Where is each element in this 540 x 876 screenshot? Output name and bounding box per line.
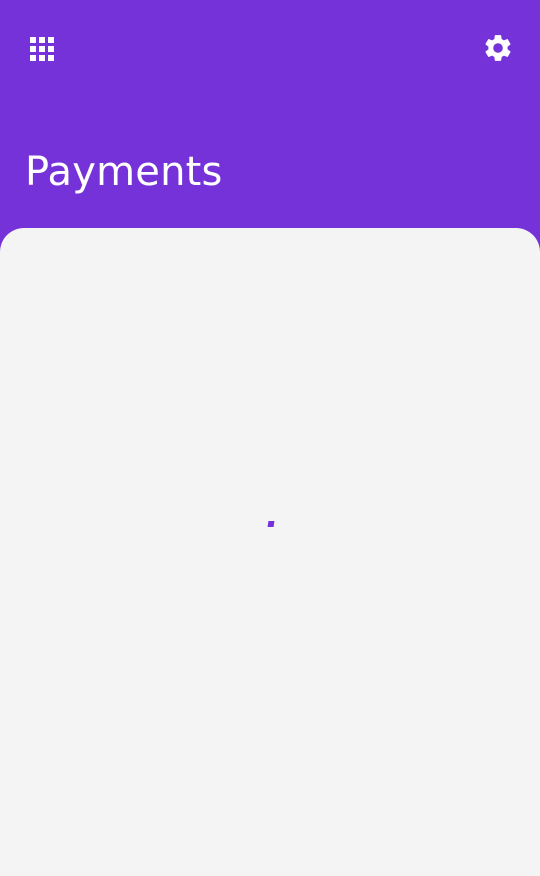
loading-spinner-icon [266, 520, 276, 530]
top-app-bar [0, 0, 540, 96]
page-title: Payments [25, 149, 223, 195]
payments-screen: Payments [0, 0, 540, 876]
settings-button[interactable] [476, 26, 520, 70]
loading-indicator-dot [267, 521, 275, 527]
apps-menu-button[interactable] [20, 27, 64, 71]
apps-grid-icon [30, 37, 54, 61]
content-panel [0, 228, 540, 876]
gear-icon [485, 35, 511, 61]
